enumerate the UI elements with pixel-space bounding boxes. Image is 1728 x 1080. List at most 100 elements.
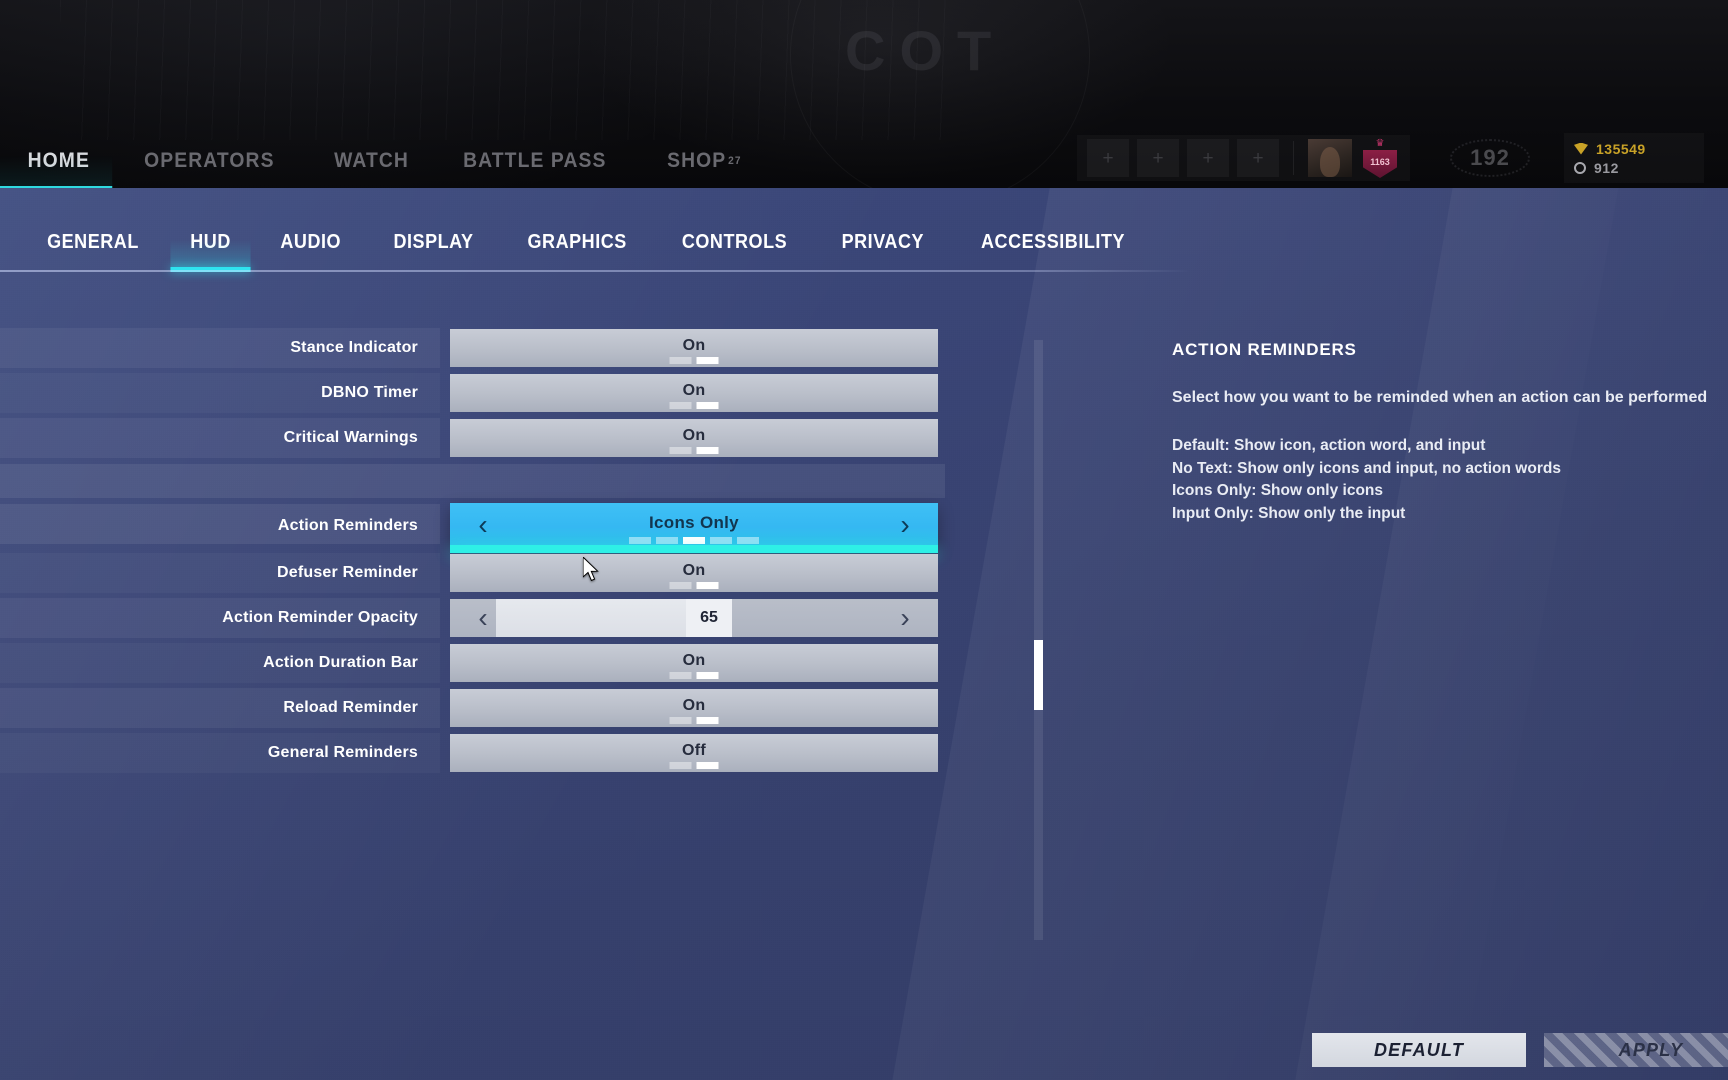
tab-graphics[interactable]: GRAPHICS xyxy=(507,214,646,270)
renown-icon xyxy=(1574,161,1586,174)
row-action-duration-bar-control[interactable]: On xyxy=(450,644,938,682)
row-reload-reminder-control[interactable]: On xyxy=(450,689,938,727)
row-critical-warnings-label: Critical Warnings xyxy=(283,429,418,446)
section-header-reminders: REMINDERS xyxy=(0,464,1020,498)
row-critical-warnings[interactable]: Critical Warnings On xyxy=(0,418,1020,458)
segment-indicator xyxy=(669,447,719,454)
game-top-bar: COT HOME OPERATORS WATCH BATTLE PASS SHO… xyxy=(0,0,1728,190)
segment-active xyxy=(696,672,719,679)
laurel-icon xyxy=(1450,139,1530,177)
row-dbno-timer-label: DBNO Timer xyxy=(321,384,418,401)
squad-slot-2[interactable]: + xyxy=(1137,139,1179,177)
chevron-right-icon[interactable]: › xyxy=(888,508,922,542)
description-line-icons-only: Icons Only: Show only icons xyxy=(1172,482,1383,500)
nav-item-watch[interactable]: WATCH xyxy=(312,132,431,190)
nav-item-shop-label: SHOP xyxy=(667,149,727,172)
tab-audio-label: AUDIO xyxy=(280,230,342,253)
currency-credits-row: 135549 xyxy=(1574,141,1690,157)
nav-item-operators[interactable]: OPERATORS xyxy=(122,132,297,190)
crown-icon: ♛ xyxy=(1375,138,1385,149)
row-action-reminders-control[interactable]: ‹ Icons Only › xyxy=(450,503,938,553)
nav-item-home[interactable]: HOME xyxy=(0,132,113,190)
settings-list: Stance Indicator On DBNO Timer On Critic… xyxy=(0,328,1020,778)
row-stance-indicator-label: Stance Indicator xyxy=(290,339,418,356)
row-action-reminders[interactable]: Action Reminders ‹ Icons Only › xyxy=(0,503,1020,553)
currency-renown-row: 912 xyxy=(1574,160,1690,176)
row-critical-warnings-value: On xyxy=(682,426,706,444)
row-critical-warnings-control[interactable]: On xyxy=(450,419,938,457)
nav-item-shop[interactable]: SHOP 27 xyxy=(645,132,764,190)
squad-slot-group: + + + + ♛ 1163 xyxy=(1077,135,1410,181)
currency-renown-value: 912 xyxy=(1594,159,1619,176)
nav-item-battle-pass[interactable]: BATTLE PASS xyxy=(441,132,629,190)
row-action-reminder-opacity-label: Action Reminder Opacity xyxy=(222,609,418,626)
tab-accessibility-label: ACCESSIBILITY xyxy=(980,230,1125,253)
row-dbno-timer-control[interactable]: On xyxy=(450,374,938,412)
segment-indicator xyxy=(669,402,719,409)
row-action-duration-bar-value: On xyxy=(682,651,706,669)
segment-active xyxy=(696,357,719,364)
segment xyxy=(656,537,678,544)
segment-indicator xyxy=(669,762,719,769)
row-action-reminder-opacity[interactable]: Action Reminder Opacity ‹ 65 › xyxy=(0,598,1020,638)
row-action-duration-bar-label: Action Duration Bar xyxy=(263,654,418,671)
row-action-reminder-opacity-control[interactable]: ‹ 65 › xyxy=(450,599,938,637)
row-general-reminders[interactable]: General Reminders Off xyxy=(0,733,1020,773)
tab-display[interactable]: DISPLAY xyxy=(373,214,493,270)
segment xyxy=(669,357,692,364)
row-general-reminders-control[interactable]: Off xyxy=(450,734,938,772)
segment-active xyxy=(683,537,705,544)
shop-superscript: 27 xyxy=(728,155,742,167)
player-avatar[interactable] xyxy=(1308,139,1352,177)
description-line-default: Default: Show icon, action word, and inp… xyxy=(1172,437,1486,455)
chevron-left-icon[interactable]: ‹ xyxy=(466,508,500,542)
tab-audio[interactable]: AUDIO xyxy=(261,214,361,270)
segment xyxy=(669,672,692,679)
row-dbno-timer-value: On xyxy=(682,381,706,399)
row-defuser-reminder-control[interactable]: On xyxy=(450,554,938,592)
background-logo-text: COT xyxy=(845,19,1006,82)
segment xyxy=(669,447,692,454)
squad-slot-4[interactable]: + xyxy=(1237,139,1279,177)
row-stance-indicator-control[interactable]: On xyxy=(450,329,938,367)
row-stance-indicator[interactable]: Stance Indicator On xyxy=(0,328,1020,368)
slider-value[interactable]: 65 xyxy=(686,599,732,637)
page-sheen-2 xyxy=(1270,188,1728,1080)
tab-controls[interactable]: CONTROLS xyxy=(662,214,807,270)
tab-accessibility[interactable]: ACCESSIBILITY xyxy=(961,214,1145,270)
row-reload-reminder[interactable]: Reload Reminder On xyxy=(0,688,1020,728)
tab-privacy-label: PRIVACY xyxy=(841,230,925,253)
apply-button[interactable]: APPLY xyxy=(1544,1033,1728,1067)
squad-slot-1[interactable]: + xyxy=(1087,139,1129,177)
chevron-right-icon[interactable]: › xyxy=(888,601,922,635)
description-panel: ACTION REMINDERS Select how you want to … xyxy=(1172,340,1728,526)
player-level: 192 xyxy=(1446,135,1534,181)
segment xyxy=(669,762,692,769)
tab-privacy[interactable]: PRIVACY xyxy=(822,214,944,270)
settings-scrollbar-thumb[interactable] xyxy=(1034,640,1043,710)
rank-badge: ♛ 1163 xyxy=(1360,138,1400,178)
tab-display-label: DISPLAY xyxy=(393,230,474,253)
row-action-duration-bar[interactable]: Action Duration Bar On xyxy=(0,643,1020,683)
header-hud-cluster: + + + + ♛ 1163 192 135549 912 xyxy=(1077,132,1704,184)
tab-bar-underline xyxy=(0,270,1190,272)
segment xyxy=(710,537,732,544)
segment-active xyxy=(696,582,719,589)
row-defuser-reminder[interactable]: Defuser Reminder On xyxy=(0,553,1020,593)
settings-page: GENERAL HUD AUDIO DISPLAY GRAPHICS CONTR… xyxy=(0,188,1728,1080)
tab-hud[interactable]: HUD xyxy=(170,214,251,272)
row-general-reminders-label: General Reminders xyxy=(267,744,418,761)
settings-action-buttons: DEFAULT APPLY xyxy=(1312,1033,1728,1067)
settings-scrollbar-track[interactable] xyxy=(1034,340,1043,940)
nav-item-home-label: HOME xyxy=(27,149,90,172)
chevron-left-icon[interactable]: ‹ xyxy=(466,601,500,635)
default-button[interactable]: DEFAULT xyxy=(1312,1033,1526,1067)
tab-general[interactable]: GENERAL xyxy=(27,214,158,270)
row-stance-indicator-value: On xyxy=(682,336,706,354)
nav-item-watch-label: WATCH xyxy=(333,149,409,172)
segment-active xyxy=(696,717,719,724)
segment-indicator xyxy=(669,672,719,679)
row-dbno-timer[interactable]: DBNO Timer On xyxy=(0,373,1020,413)
segment-indicator xyxy=(669,357,719,364)
squad-slot-3[interactable]: + xyxy=(1187,139,1229,177)
